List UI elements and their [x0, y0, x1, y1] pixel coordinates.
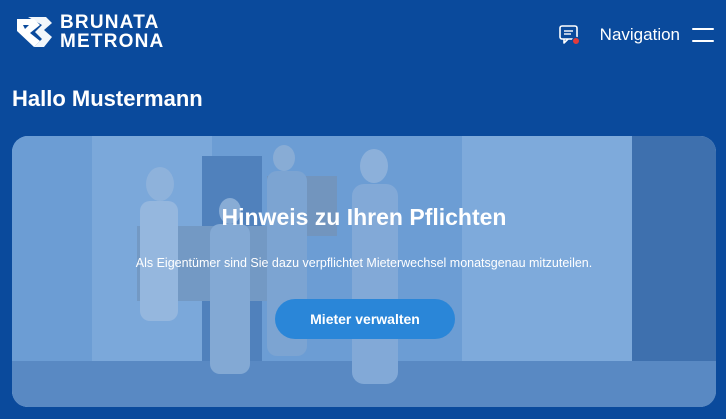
hero-description: Als Eigentümer sind Sie dazu verpflichte… — [135, 256, 593, 270]
header-actions: Navigation — [558, 22, 714, 48]
message-icon-graphic — [558, 25, 580, 46]
brand-wordmark: BRUNATA METRONA — [60, 13, 164, 51]
brand-line-2: METRONA — [60, 31, 165, 52]
app-header: BRUNATA METRONA Navigation — [0, 0, 726, 72]
manage-tenants-button[interactable]: Mieter verwalten — [275, 299, 455, 339]
brand-line-1: BRUNATA — [60, 12, 160, 33]
brand-logo[interactable]: BRUNATA METRONA — [14, 12, 164, 52]
brunata-logo-icon — [17, 17, 52, 47]
hero-overlay — [12, 136, 716, 407]
navigation-label[interactable]: Navigation — [600, 25, 680, 45]
hero-card: Hinweis zu Ihren Pflichten Als Eigentüme… — [12, 136, 716, 407]
notification-dot — [571, 36, 580, 46]
message-icon[interactable] — [558, 23, 582, 47]
page-greeting: Hallo Mustermann — [12, 86, 203, 111]
hero-title: Hinweis zu Ihren Pflichten — [221, 204, 507, 230]
menu-icon[interactable] — [692, 28, 714, 42]
